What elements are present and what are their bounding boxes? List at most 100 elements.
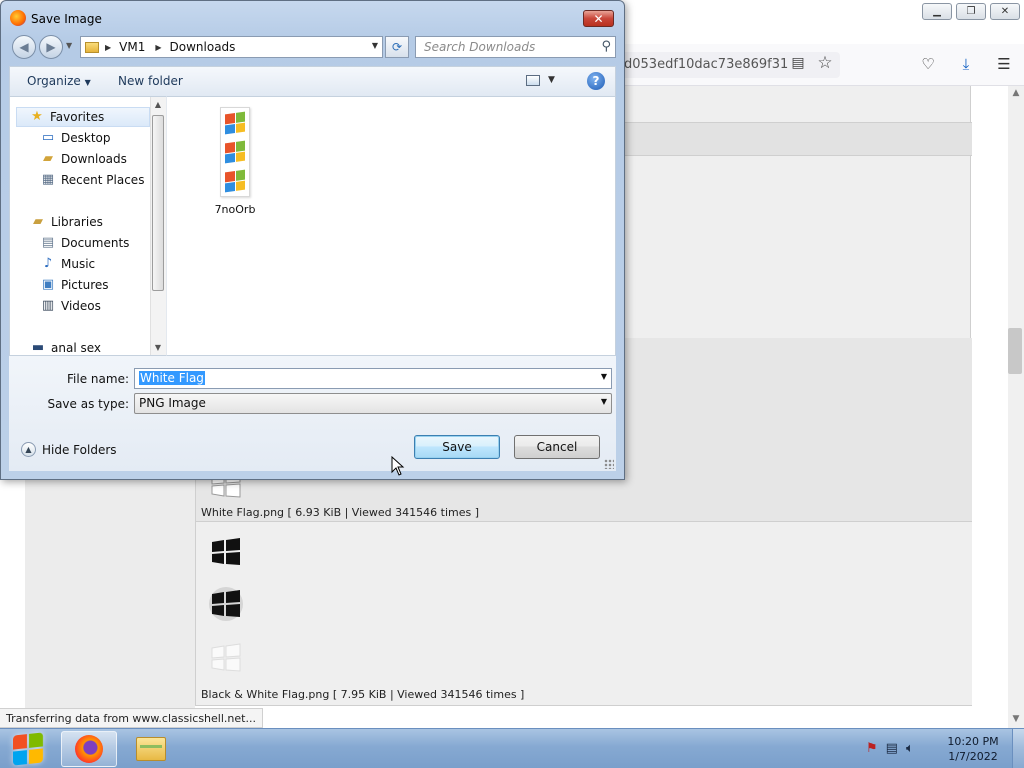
folder-icon <box>136 737 166 761</box>
desktop-icon: ▭ <box>41 130 55 145</box>
hide-folders-label: Hide Folders <box>42 442 117 457</box>
black-flag-image[interactable] <box>208 534 244 570</box>
save-button[interactable]: Save <box>414 435 500 459</box>
taskbar-firefox[interactable] <box>61 731 117 767</box>
file-name-value: White Flag <box>139 371 205 385</box>
breadcrumb-downloads[interactable]: Downloads <box>170 40 236 54</box>
pocket-icon[interactable]: ♡ <box>918 54 938 74</box>
back-button[interactable]: ◀ <box>12 35 36 59</box>
help-icon[interactable]: ? <box>587 72 605 90</box>
cancel-button[interactable]: Cancel <box>514 435 600 459</box>
address-dropdown-icon[interactable]: ▼ <box>372 41 378 50</box>
start-button[interactable] <box>4 730 52 768</box>
organize-button[interactable]: Organize ▼ <box>27 74 91 88</box>
nav-label: Music <box>61 257 96 271</box>
nav-label: Recent Places <box>61 173 145 187</box>
white-flag-small-image[interactable] <box>208 640 244 676</box>
nav-label: Pictures <box>61 278 109 292</box>
file-list: 7noOrb <box>166 96 616 356</box>
recent-places-icon: ▦ <box>41 172 55 187</box>
nav-downloads[interactable]: ▰ Downloads <box>40 149 127 169</box>
new-folder-button[interactable]: New folder <box>118 74 183 88</box>
nav-desktop[interactable]: ▭ Desktop <box>40 128 111 148</box>
nav-label: Downloads <box>61 152 127 166</box>
breadcrumb-vm1[interactable]: VM1 <box>119 40 145 54</box>
nav-videos[interactable]: ▥ Videos <box>40 296 101 316</box>
windows-orb-icon <box>225 140 245 164</box>
url-text: d053edf10dac73e869f31 <box>624 57 789 72</box>
firefox-icon <box>75 735 103 763</box>
scroll-up-arrow-icon[interactable]: ▲ <box>1010 88 1022 100</box>
chevron-right-icon[interactable]: ▶ <box>155 43 161 52</box>
close-button[interactable]: ✕ <box>990 3 1020 20</box>
black-flag-glow-image[interactable] <box>208 586 244 622</box>
address-bar[interactable]: ▶ VM1 ▶ Downloads ▼ <box>80 36 383 58</box>
page-scrollbar[interactable] <box>1008 86 1024 728</box>
file-item[interactable]: 7noOrb <box>211 107 259 216</box>
windows-logo-icon <box>13 732 43 766</box>
clock[interactable]: 10:20 PM 1/7/2022 <box>940 734 1006 764</box>
maximize-button[interactable]: ❐ <box>956 3 986 20</box>
windows-orb-icon <box>225 169 245 193</box>
nav-favorites[interactable]: ★ Favorites <box>16 107 150 127</box>
action-center-icon[interactable]: ⚑ <box>866 741 878 756</box>
minimize-button[interactable]: ▁ <box>922 3 952 20</box>
window-controls: ▁ ❐ ✕ <box>922 3 1020 20</box>
nav-label: Documents <box>61 236 130 250</box>
system-tray: ⚑ ▤ 🔈︎ <box>866 741 914 756</box>
scroll-down-arrow-icon[interactable]: ▼ <box>1010 714 1022 726</box>
taskbar-explorer[interactable] <box>123 731 179 767</box>
change-view-icon[interactable] <box>526 75 540 86</box>
view-options-dropdown[interactable]: ▼ <box>548 75 555 85</box>
downloads-folder-icon: ▰ <box>43 151 53 166</box>
download-icon[interactable]: ⤓ <box>956 54 976 74</box>
menu-icon[interactable]: ☰ <box>994 54 1014 74</box>
chevron-down-icon: ▼ <box>600 397 607 406</box>
pictures-icon: ▣ <box>41 277 55 292</box>
nav-pictures[interactable]: ▣ Pictures <box>40 275 109 295</box>
nav-label: anal sex <box>51 341 101 355</box>
recent-locations-dropdown[interactable]: ▼ <box>66 41 72 50</box>
volume-icon[interactable]: 🔈︎ <box>906 741 914 756</box>
scroll-down-arrow-icon[interactable]: ▼ <box>152 343 164 352</box>
nav-computer[interactable]: ▬ anal sex <box>30 338 101 356</box>
scroll-up-arrow-icon[interactable]: ▲ <box>152 100 164 109</box>
search-icon[interactable]: ⚲ <box>601 39 611 54</box>
firefox-icon <box>10 10 26 26</box>
dialog-title: Save Image <box>31 12 102 26</box>
nav-documents[interactable]: ▤ Documents <box>40 233 130 253</box>
chevron-right-icon[interactable]: ▶ <box>105 43 111 52</box>
chevron-down-icon[interactable]: ▼ <box>601 372 607 381</box>
network-icon[interactable]: ▤ <box>886 741 898 756</box>
bookmark-star-icon[interactable]: ☆ <box>816 53 834 73</box>
nav-label: Desktop <box>61 131 111 145</box>
dialog-close-button[interactable]: ✕ <box>583 10 614 27</box>
documents-icon: ▤ <box>41 235 55 250</box>
nav-label: Favorites <box>50 110 105 124</box>
show-desktop-button[interactable] <box>1012 729 1024 768</box>
clock-date: 1/7/2022 <box>948 750 998 763</box>
file-name-label: File name: <box>67 372 129 386</box>
attachment-caption: Black & White Flag.png [ 7.95 KiB | View… <box>201 688 525 701</box>
windows-orb-icon <box>225 111 245 135</box>
libraries-icon: ▰ <box>33 214 43 229</box>
nav-libraries[interactable]: ▰ Libraries <box>30 212 103 232</box>
page-scrollbar-thumb[interactable] <box>1008 328 1022 374</box>
reader-view-icon[interactable]: ▤ <box>789 55 807 73</box>
hide-folders-button[interactable]: ▲ Hide Folders <box>21 442 117 457</box>
organize-label: Organize <box>27 74 81 88</box>
nav-pane-scrollbar-thumb[interactable] <box>152 115 164 291</box>
forward-button[interactable]: ▶ <box>39 35 63 59</box>
resize-grip[interactable] <box>604 459 614 469</box>
save-image-dialog: Save Image ✕ ◀ ▶ ▼ ▶ VM1 ▶ Downloads ▼ ⟳… <box>0 0 625 480</box>
search-input[interactable]: Search Downloads ⚲ <box>415 36 616 58</box>
refresh-button[interactable]: ⟳ <box>385 36 409 58</box>
music-icon: ♪ <box>43 256 53 271</box>
file-name-input[interactable]: White Flag ▼ <box>134 368 612 389</box>
attachment-black-white-flag: Black & White Flag.png [ 7.95 KiB | View… <box>196 522 972 706</box>
mouse-cursor-icon <box>391 456 405 476</box>
nav-music[interactable]: ♪ Music <box>40 254 95 274</box>
save-type-select[interactable]: PNG Image ▼ <box>134 393 612 414</box>
search-placeholder: Search Downloads <box>424 40 536 54</box>
nav-recent-places[interactable]: ▦ Recent Places <box>40 170 145 190</box>
